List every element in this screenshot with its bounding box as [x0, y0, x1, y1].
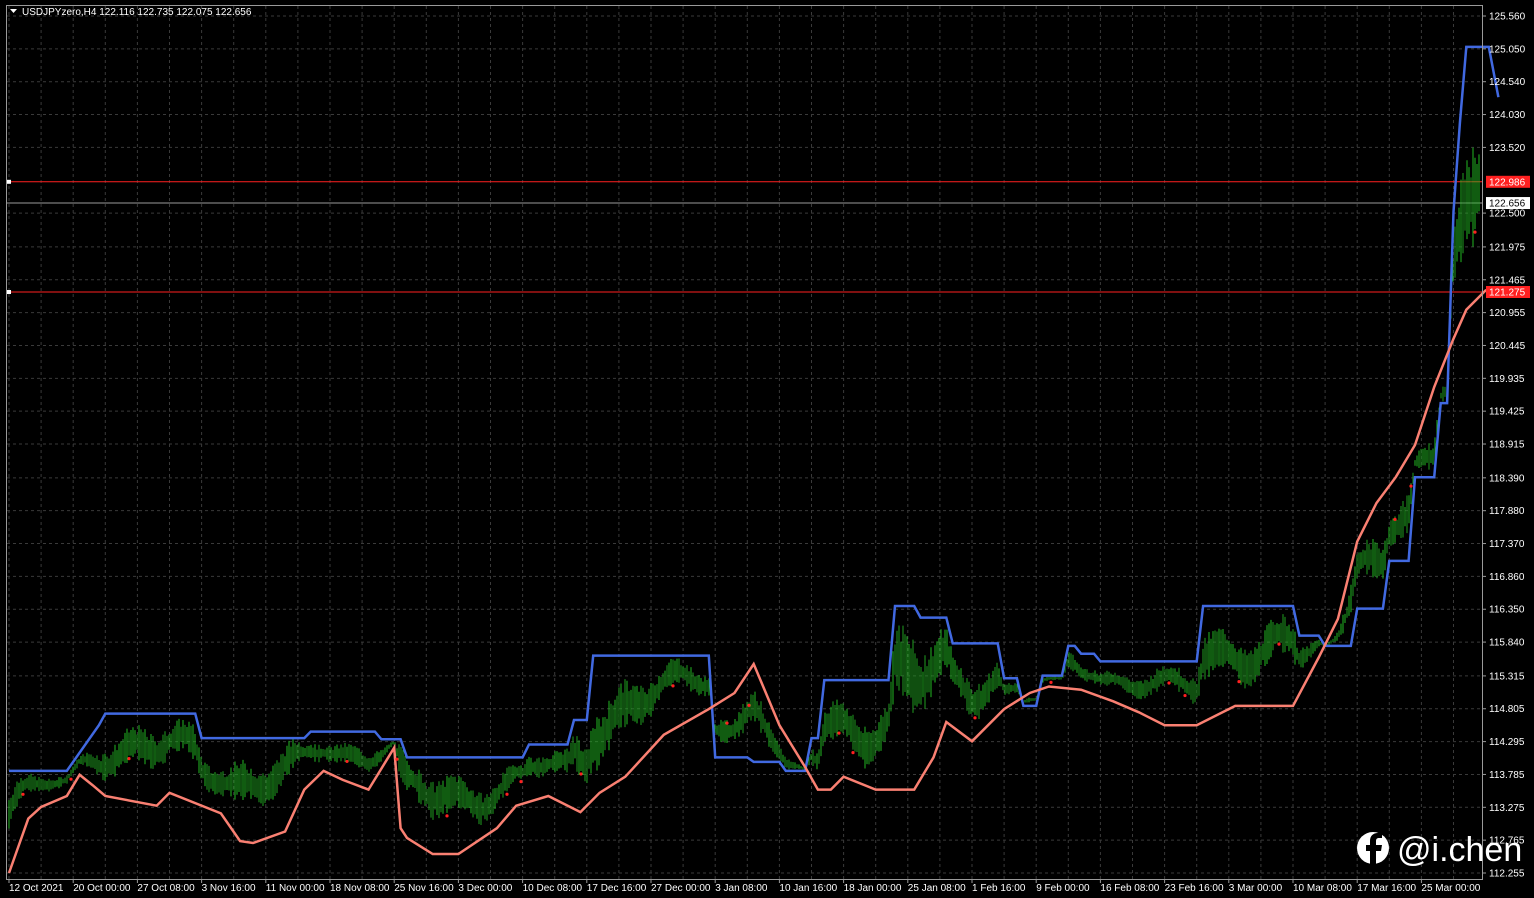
signal-dot	[1393, 517, 1397, 521]
y-tick-label: 120.445	[1489, 341, 1526, 352]
x-tick-label: 25 Jan 08:00	[908, 883, 966, 894]
signal-dot	[851, 751, 855, 755]
signal-dot	[395, 757, 399, 761]
signal-dot	[579, 772, 583, 776]
x-tick-label: 3 Jan 08:00	[715, 883, 768, 894]
facebook-icon	[1357, 832, 1389, 866]
y-tick-label: 112.255	[1489, 869, 1525, 880]
x-tick-label: 18 Nov 08:00	[330, 883, 390, 894]
x-tick-label: 11 Nov 00:00	[266, 883, 325, 894]
x-tick-label: 18 Jan 00:00	[844, 883, 902, 894]
x-tick-label: 10 Mar 08:00	[1293, 883, 1352, 894]
channel-lines	[7, 45, 1500, 874]
y-tick-label: 123.520	[1489, 143, 1526, 154]
chart-container: 125.560 125.050 124.540 124.030 123.520 122.5…	[0, 0, 1534, 898]
signal-dot	[519, 780, 523, 784]
chart-title: USDJPYzero,H4 122.116 122.735 122.075 12…	[22, 7, 252, 18]
signal-dots	[21, 230, 1477, 818]
y-tick-label: 118.390	[1489, 473, 1525, 484]
signal-dot	[505, 792, 509, 796]
hline-price-label: 121.275	[1489, 288, 1526, 299]
y-tick-label: 125.050	[1489, 44, 1526, 55]
y-tick-label: 124.540	[1489, 77, 1526, 88]
hline-price-label: 122.986	[1489, 177, 1526, 188]
x-tick-label: 23 Feb 16:00	[1165, 883, 1224, 894]
x-tick-label: 12 Oct 2021	[9, 883, 64, 894]
x-tick-label: 9 Feb 00:00	[1036, 883, 1090, 894]
y-tick-label: 122.500	[1489, 209, 1526, 220]
y-tick-label: 118.915	[1489, 440, 1525, 451]
signal-dot	[747, 703, 751, 707]
y-tick-label: 121.465	[1489, 275, 1526, 286]
x-tick-label: 10 Dec 08:00	[523, 883, 583, 894]
y-tick-label: 117.370	[1489, 539, 1525, 550]
signal-dot	[345, 759, 349, 764]
x-tick-label: 25 Nov 16:00	[394, 883, 454, 894]
x-tick-label: 3 Mar 00:00	[1229, 883, 1283, 894]
y-axis[interactable]: 125.560 125.050 124.540 124.030 123.520 122.5…	[1482, 12, 1530, 880]
x-tick-label: 3 Dec 00:00	[458, 883, 512, 894]
watermark: @i.chen	[1357, 831, 1522, 869]
x-tick-label: 20 Oct 00:00	[73, 883, 131, 894]
signal-dot	[1237, 680, 1241, 684]
x-tick-label: 3 Nov 16:00	[202, 883, 256, 894]
signal-dot	[1473, 230, 1477, 234]
y-tick-label: 125.560	[1489, 12, 1526, 23]
signal-dot	[1167, 681, 1171, 685]
y-tick-label: 116.350	[1489, 605, 1525, 616]
y-tick-label: 114.805	[1489, 704, 1525, 715]
chart-frame	[6, 5, 1483, 880]
y-tick-label: 119.935	[1489, 374, 1525, 385]
x-tick-label: 16 Feb 08:00	[1100, 883, 1159, 894]
x-tick-label: 17 Dec 16:00	[587, 883, 647, 894]
x-axis[interactable]: 12 Oct 2021 20 Oct 00:00 27 Oct 08:00 3 Nov…	[8, 879, 1481, 894]
signal-dot	[69, 777, 73, 781]
grid	[7, 6, 1482, 879]
y-tick-label: 114.295	[1489, 737, 1525, 748]
signal-dot	[725, 721, 729, 725]
y-tick-label: 113.275	[1489, 803, 1525, 814]
price-chart: 125.560 125.050 124.540 124.030 123.520 122.5…	[6, 5, 1530, 894]
collapse-triangle-icon[interactable]	[10, 9, 17, 13]
current-price-label: 122.656	[1489, 199, 1526, 210]
signal-dot	[837, 731, 841, 735]
signal-dot	[671, 684, 675, 688]
chart-title-group[interactable]: USDJPYzero,H4 122.116 122.735 122.075 12…	[10, 7, 252, 18]
x-tick-label: 25 Mar 00:00	[1421, 883, 1480, 894]
x-tick-label: 27 Oct 08:00	[137, 883, 195, 894]
x-tick-label: 17 Mar 16:00	[1357, 883, 1416, 894]
price-bars	[8, 147, 1480, 829]
signal-dot	[1183, 693, 1187, 698]
watermark-text: @i.chen	[1397, 831, 1522, 869]
signal-dot	[1049, 680, 1053, 684]
x-tick-label: 1 Feb 16:00	[972, 883, 1026, 894]
signal-dot	[127, 757, 131, 761]
y-tick-label: 113.785	[1489, 770, 1525, 781]
x-tick-label: 10 Jan 16:00	[779, 883, 837, 894]
signal-dot	[1409, 484, 1413, 488]
signal-dot	[21, 792, 25, 796]
lower-channel-line	[7, 289, 1499, 874]
plot-frame	[6, 5, 1483, 880]
y-tick-label: 115.315	[1489, 671, 1525, 682]
y-tick-label: 119.425	[1489, 407, 1525, 418]
y-tick-label: 117.880	[1489, 506, 1525, 517]
signal-dot	[973, 716, 977, 720]
hline-handle[interactable]	[7, 179, 11, 184]
x-tick-label: 27 Dec 00:00	[651, 883, 711, 894]
y-tick-label: 116.860	[1489, 572, 1525, 583]
y-tick-label: 121.975	[1489, 242, 1526, 253]
y-tick-label: 115.840	[1489, 638, 1525, 649]
y-tick-label: 124.030	[1489, 110, 1526, 121]
hline-handle[interactable]	[7, 290, 11, 295]
signal-dot	[445, 814, 449, 818]
y-tick-label: 120.955	[1489, 308, 1526, 319]
signal-dot	[1277, 642, 1281, 646]
